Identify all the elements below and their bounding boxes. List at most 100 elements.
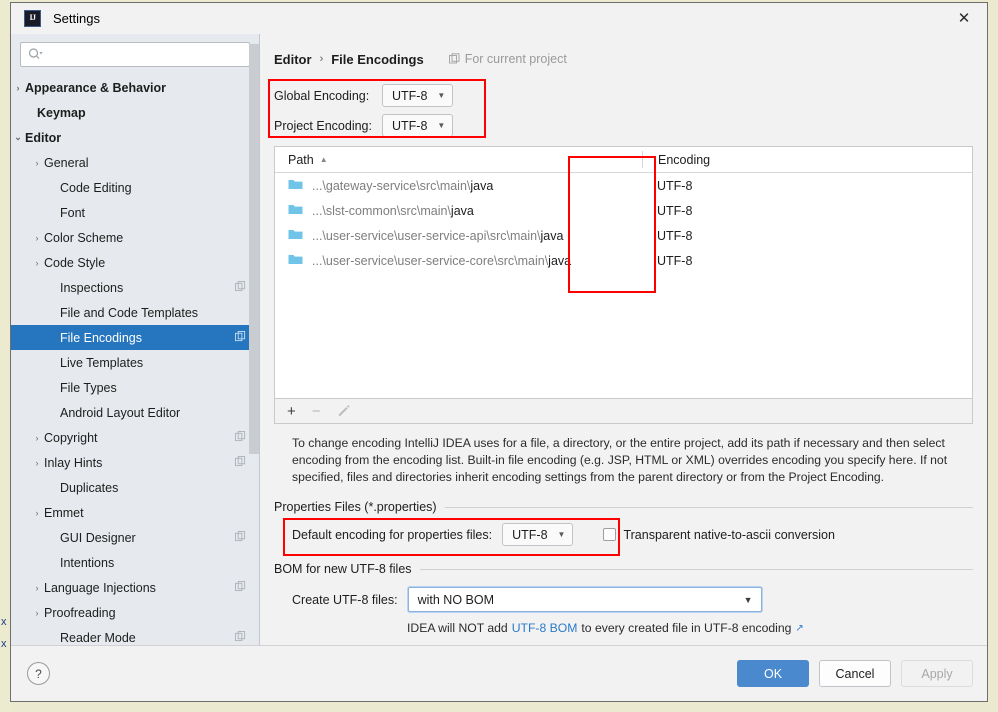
sidebar-item-code-editing[interactable]: Code Editing (11, 175, 259, 200)
cell-encoding[interactable]: UTF-8 (642, 204, 972, 218)
chevron-right-icon[interactable]: › (30, 608, 44, 618)
help-button[interactable]: ? (27, 662, 50, 685)
path-text: ...\gateway-service\src\main\java (312, 178, 494, 193)
sidebar-item-emmet[interactable]: › Emmet (11, 500, 259, 525)
remove-path-button[interactable]: − (312, 404, 321, 419)
chevron-right-icon[interactable]: › (30, 458, 44, 468)
chevron-right-icon[interactable]: › (30, 583, 44, 593)
transparent-native-to-ascii-checkbox[interactable] (603, 528, 617, 541)
breadcrumb-separator: › (319, 53, 324, 65)
sidebar-item-proofreading[interactable]: › Proofreading (11, 600, 259, 625)
cell-encoding[interactable]: UTF-8 (642, 229, 972, 243)
chevron-right-icon[interactable]: › (30, 433, 44, 443)
sidebar-item-copyright[interactable]: › Copyright (11, 425, 259, 450)
create-utf8-files-label: Create UTF-8 files: (292, 592, 398, 607)
table-row[interactable]: ...\user-service\user-service-api\src\ma… (275, 223, 972, 248)
chevron-right-icon[interactable]: › (11, 83, 25, 93)
chevron-right-icon[interactable]: › (30, 233, 44, 243)
bom-group: BOM for new UTF-8 files Create UTF-8 fil… (274, 562, 973, 635)
chevron-right-icon[interactable]: › (30, 158, 44, 168)
close-icon[interactable]: ✕ (941, 3, 987, 33)
encodings-description: To change encoding IntelliJ IDEA uses fo… (292, 436, 948, 484)
default-properties-encoding-dropdown[interactable]: UTF-8 ▼ (502, 523, 574, 546)
project-scope-icon (448, 53, 460, 64)
sidebar-scrollbar[interactable] (249, 44, 259, 454)
sidebar-item-inlay-hints[interactable]: › Inlay Hints (11, 450, 259, 475)
search-box[interactable] (20, 42, 250, 67)
sidebar-item-label: Copyright (44, 430, 98, 445)
global-encoding-row: Global Encoding: UTF-8 ▼ (274, 82, 973, 109)
global-encoding-dropdown[interactable]: UTF-8 ▼ (382, 84, 454, 107)
sidebar-item-label: Keymap (37, 105, 86, 120)
table-row[interactable]: ...\gateway-service\src\main\java UTF-8 (275, 173, 972, 198)
transparent-native-to-ascii-label: Transparent native-to-ascii conversion (623, 527, 835, 542)
sidebar-item-code-style[interactable]: › Code Style (11, 250, 259, 275)
project-encoding-label: Project Encoding: (274, 118, 372, 133)
project-encoding-value: UTF-8 (392, 118, 428, 133)
add-path-button[interactable]: + (287, 404, 296, 419)
sidebar-item-intentions[interactable]: Intentions (11, 550, 259, 575)
sidebar-item-editor[interactable]: ⌄ Editor (11, 125, 259, 150)
sidebar-item-label: Inlay Hints (44, 455, 103, 470)
sidebar-item-label: Appearance & Behavior (25, 80, 167, 95)
bom-hint-row: IDEA will NOT add UTF-8 BOM to every cre… (407, 621, 973, 635)
column-header-encoding-label: Encoding (658, 152, 711, 167)
sidebar-item-color-scheme[interactable]: › Color Scheme (11, 225, 259, 250)
create-utf8-files-dropdown[interactable]: with NO BOM ▼ (407, 587, 762, 612)
sidebar-item-gui-designer[interactable]: GUI Designer (11, 525, 259, 550)
chevron-right-icon[interactable]: › (30, 258, 44, 268)
sidebar-item-duplicates[interactable]: Duplicates (11, 475, 259, 500)
cell-encoding[interactable]: UTF-8 (642, 179, 972, 193)
sidebar-item-reader-mode[interactable]: Reader Mode (11, 625, 259, 645)
table-row[interactable]: ...\slst-common\src\main\java UTF-8 (275, 198, 972, 223)
title-bar: IJ Settings ✕ (11, 3, 987, 34)
chevron-right-icon[interactable]: › (30, 508, 44, 518)
project-scope-icon (235, 580, 246, 595)
folder-icon (288, 203, 303, 218)
sidebar-item-inspections[interactable]: Inspections (11, 275, 259, 300)
project-scope-icon (235, 280, 246, 295)
project-scope-icon (235, 330, 246, 345)
breadcrumb-parent[interactable]: Editor (274, 52, 312, 67)
settings-tree: › Appearance & Behavior Keymap ⌄ Editor › Gene… (11, 73, 259, 645)
apply-button[interactable]: Apply (901, 660, 973, 687)
chevron-down-icon[interactable]: ⌄ (11, 132, 25, 143)
chevron-down-icon: ▼ (437, 91, 446, 100)
path-text: ...\user-service\user-service-core\src\m… (312, 253, 572, 268)
sidebar-item-keymap[interactable]: Keymap (11, 100, 259, 125)
sidebar-item-font[interactable]: Font (11, 200, 259, 225)
sidebar-item-file-types[interactable]: File Types (11, 375, 259, 400)
breadcrumb-current: File Encodings (331, 51, 424, 67)
cell-path: ...\user-service\user-service-api\src\ma… (275, 228, 642, 243)
sidebar-item-general[interactable]: › General (11, 150, 259, 175)
external-link-icon[interactable]: ↗ (795, 623, 803, 634)
sidebar-item-android-layout-editor[interactable]: Android Layout Editor (11, 400, 259, 425)
desktop-background (0, 0, 10, 712)
column-header-path[interactable]: Path ▲ (275, 153, 328, 167)
column-header-encoding[interactable]: Encoding (642, 151, 972, 168)
create-utf8-files-value: with NO BOM (417, 592, 494, 607)
search-input[interactable] (43, 46, 249, 63)
sidebar-item-language-injections[interactable]: › Language Injections (11, 575, 259, 600)
sidebar-item-label: Inspections (60, 280, 124, 295)
properties-files-group: Properties Files (*.properties) Default … (274, 500, 973, 556)
sidebar-item-label: Proofreading (44, 605, 116, 620)
table-row[interactable]: ...\user-service\user-service-core\src\m… (275, 248, 972, 273)
sidebar-item-appearance-behavior[interactable]: › Appearance & Behavior (11, 75, 259, 100)
sidebar-item-label: Language Injections (44, 580, 156, 595)
bom-group-title: BOM for new UTF-8 files (274, 562, 973, 576)
sidebar-item-label: Live Templates (60, 355, 144, 370)
sidebar-item-label: Code Editing (60, 180, 132, 195)
project-encoding-dropdown[interactable]: UTF-8 ▼ (382, 114, 454, 137)
utf8-bom-link[interactable]: UTF-8 BOM (512, 621, 578, 635)
window-title: Settings (53, 10, 100, 26)
sidebar-item-file-encodings[interactable]: File Encodings (11, 325, 259, 350)
project-scope-icon (235, 430, 246, 445)
cell-encoding[interactable]: UTF-8 (642, 254, 972, 268)
cancel-button[interactable]: Cancel (819, 660, 891, 687)
sidebar-item-file-and-code-templates[interactable]: File and Code Templates (11, 300, 259, 325)
ok-button[interactable]: OK (737, 660, 809, 687)
pencil-icon[interactable] (337, 403, 351, 420)
table-body: ...\gateway-service\src\main\java UTF-8..… (275, 173, 972, 398)
sidebar-item-live-templates[interactable]: Live Templates (11, 350, 259, 375)
